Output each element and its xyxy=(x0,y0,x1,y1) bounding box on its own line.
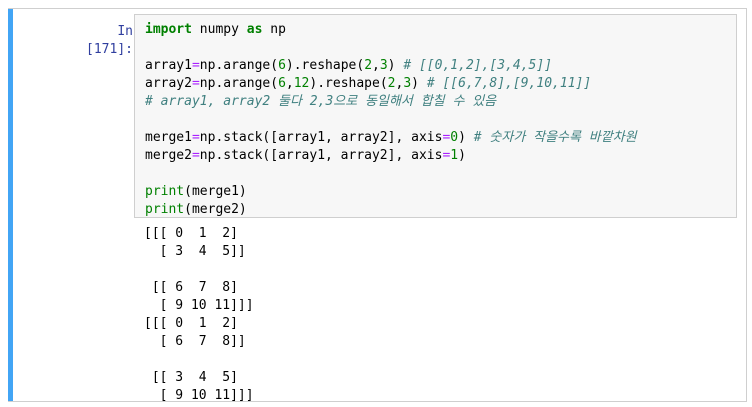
code-token: # [[0,1,2],[3,4,5]] xyxy=(403,58,553,73)
code-token: 2 xyxy=(364,58,373,73)
code-token: np.stack([array1, array2], axis xyxy=(199,148,443,163)
code-line: array1=np.arange(6).reshape(2,3) # [[0,1… xyxy=(145,57,637,75)
code-token: merge1 xyxy=(145,130,192,145)
code-token: 12 xyxy=(293,76,310,91)
code-token: ) xyxy=(411,76,427,91)
code-token: , xyxy=(372,58,380,73)
code-token: 2 xyxy=(387,76,396,91)
code-token: ).reshape( xyxy=(285,58,365,73)
code-token: (merge2) xyxy=(184,202,247,217)
code-token: # 숫자가 작을수록 바깥차원 xyxy=(473,130,637,145)
code-token: ) xyxy=(458,148,466,163)
code-token: = xyxy=(191,130,200,145)
code-token: numpy xyxy=(191,22,247,37)
code-editor[interactable]: import numpy as np array1=np.arange(6).re… xyxy=(145,21,637,219)
notebook-cell[interactable]: In [171]: import numpy as np array1=np.ar… xyxy=(8,8,747,405)
code-token: print xyxy=(145,202,185,217)
code-token: # array1, array2 둘다 2,3으로 동일해서 합칠 수 있음 xyxy=(145,94,497,109)
code-token: ) xyxy=(458,130,474,145)
code-line: import numpy as np xyxy=(145,21,637,39)
code-token: as xyxy=(246,22,263,37)
code-token: array2 xyxy=(145,76,192,91)
code-token: 0 xyxy=(450,130,459,145)
output-line: [ 9 10 11]]] xyxy=(144,298,254,313)
code-token: 6 xyxy=(278,76,286,91)
code-input-area[interactable]: import numpy as np array1=np.arange(6).re… xyxy=(134,14,737,218)
code-token: # [[6,7,8],[9,10,11]] xyxy=(426,76,592,91)
input-prompt: In [171]: xyxy=(86,24,133,57)
cell-output: [[[ 0 1 2] [ 3 4 5]] [[ 6 7 8] [ 9 10 11… xyxy=(144,225,254,405)
code-line: merge1=np.stack([array1, array2], axis=0… xyxy=(145,129,637,147)
code-token: = xyxy=(191,76,200,91)
code-token: = xyxy=(191,148,200,163)
code-token: (merge1) xyxy=(184,184,247,199)
code-token: 3 xyxy=(379,58,388,73)
code-token: array1 xyxy=(145,58,192,73)
output-line: [ 9 10 11]]] xyxy=(144,388,254,403)
cell-selection-bar xyxy=(8,9,13,401)
code-token: 3 xyxy=(403,76,412,91)
code-token: np.arange( xyxy=(199,58,279,73)
code-token: merge2 xyxy=(145,148,192,163)
code-token: ) xyxy=(387,58,404,73)
code-line: print(merge1) xyxy=(145,183,637,201)
code-line: # array1, array2 둘다 2,3으로 동일해서 합칠 수 있음 xyxy=(145,93,637,111)
code-line: print(merge2) xyxy=(145,201,637,219)
code-token: , xyxy=(285,76,294,91)
code-token: = xyxy=(191,58,200,73)
code-token: 1 xyxy=(450,148,459,163)
code-token: import xyxy=(145,22,192,37)
output-line: [ 3 4 5]] xyxy=(144,244,246,259)
code-token: np.arange( xyxy=(199,76,279,91)
output-line: [[ 6 7 8] xyxy=(144,280,238,295)
code-line: merge2=np.stack([array1, array2], axis=1… xyxy=(145,147,637,165)
code-line: array2=np.arange(6,12).reshape(2,3) # [[… xyxy=(145,75,637,93)
code-token: print xyxy=(145,184,185,199)
code-token: 6 xyxy=(278,58,286,73)
output-line: [[ 3 4 5] xyxy=(144,370,238,385)
code-token: ).reshape( xyxy=(309,76,388,91)
code-token: np.stack([array1, array2], axis xyxy=(199,130,443,145)
code-token: np xyxy=(262,22,286,37)
output-line: [[[ 0 1 2] xyxy=(144,226,238,241)
output-line: [ 6 7 8]] xyxy=(144,334,246,349)
output-line: [[[ 0 1 2] xyxy=(144,316,238,331)
